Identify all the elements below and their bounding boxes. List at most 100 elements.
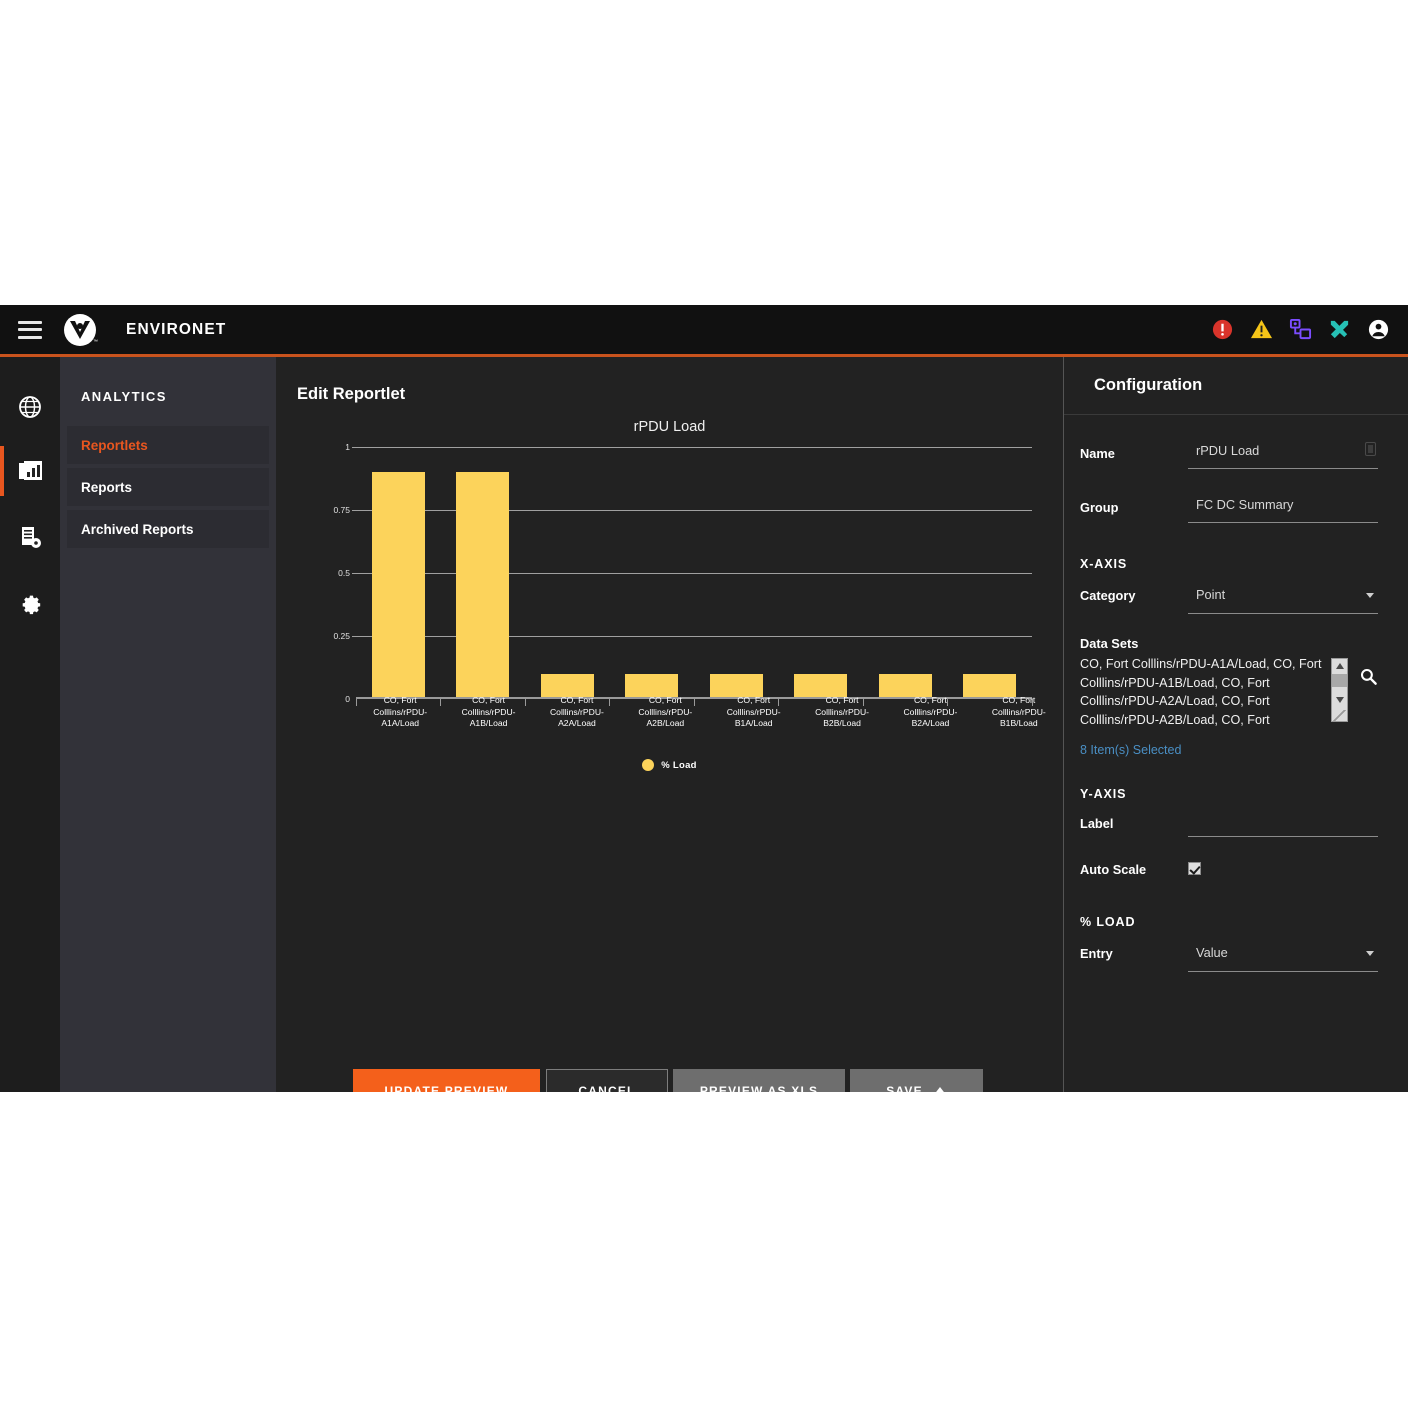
x-axis-label: CO, Fort Colllins/rPDU-A2A/Load [549, 695, 604, 728]
network-devices-icon[interactable] [1289, 318, 1312, 341]
y-label-row: Label [1080, 807, 1378, 837]
rail-item-server-settings[interactable] [0, 509, 60, 565]
rail-item-globe[interactable] [0, 379, 60, 435]
ytick-label-05: 0.5 [338, 568, 350, 578]
group-row: Group FC DC Summary [1080, 491, 1378, 523]
ytick-label-075: 0.75 [333, 505, 350, 515]
top-bar: ™ ENVIRONET [0, 305, 1408, 354]
top-bar-icon-group [1211, 318, 1390, 341]
sidebar-item-reportlets[interactable]: Reportlets [67, 426, 269, 464]
search-icon[interactable] [1359, 667, 1378, 686]
x-axis-label: CO, Fort Colllins/rPDU-A1B/Load [461, 695, 516, 728]
user-account-icon[interactable] [1367, 318, 1390, 341]
scroll-up-arrow-icon[interactable] [1335, 663, 1344, 669]
chart-plot-area: 1 0.75 0.5 0.25 0 [320, 442, 1032, 706]
configuration-body: Name rPDU Load Group FC DC Summary X-AXI… [1064, 437, 1408, 972]
brand-name: ENVIRONET [126, 320, 227, 338]
analytics-title: ANALYTICS [81, 389, 167, 404]
bar-slot [863, 447, 948, 699]
save-button[interactable]: SAVE [850, 1069, 983, 1092]
x-axis-label: CO, Fort Colllins/rPDU-B2B/Load [815, 695, 870, 728]
bar-slot [694, 447, 779, 699]
legend-color-swatch-icon [642, 759, 655, 771]
rail-item-settings[interactable] [0, 575, 60, 631]
x-axis-label: CO, Fort Colllins/rPDU-B2A/Load [903, 695, 958, 728]
scroll-down-arrow-icon[interactable] [1335, 697, 1344, 703]
analytics-sidebar: ANALYTICS Reportlets Reports Archived Re… [60, 357, 276, 1092]
bar-1[interactable] [456, 472, 510, 699]
auto-scale-label: Auto Scale [1080, 862, 1147, 877]
bar-slot [779, 447, 864, 699]
main-content: Edit Reportlet rPDU Load 1 0.75 0.5 0.25… [276, 357, 1063, 1092]
entry-select[interactable]: Value [1188, 937, 1378, 972]
action-button-row: UPDATE PREVIEW CANCEL PREVIEW AS XLS SAV… [353, 1069, 983, 1092]
caret-up-icon [932, 1086, 947, 1092]
bar-slot [356, 447, 441, 699]
sidebar-item-reports[interactable]: Reports [67, 468, 269, 506]
environet-logo-icon: ™ [64, 313, 98, 346]
y-axis-section-header: Y-AXIS [1080, 787, 1127, 801]
ytick-label-0: 0 [345, 694, 350, 704]
cancel-button[interactable]: CANCEL [546, 1069, 668, 1092]
entry-row: Entry Value [1080, 937, 1378, 972]
server-settings-icon [22, 527, 41, 548]
analytics-report-icon [18, 461, 42, 480]
data-sets-value[interactable]: CO, Fort Colllins/rPDU-A1A/Load, CO, For… [1080, 655, 1327, 729]
sidebar-item-label: Archived Reports [81, 521, 194, 537]
icon-rail [0, 357, 60, 1092]
tools-icon[interactable] [1328, 318, 1351, 341]
group-input[interactable]: FC DC Summary [1188, 491, 1378, 523]
resize-grip-icon[interactable] [1332, 710, 1347, 721]
alert-warning-icon[interactable] [1250, 318, 1273, 341]
group-label: Group [1080, 500, 1119, 515]
hamburger-icon[interactable] [18, 320, 42, 339]
rail-item-analytics[interactable] [0, 443, 60, 499]
category-label: Category [1080, 588, 1136, 603]
data-sets-label: Data Sets [1080, 636, 1139, 651]
chevron-down-icon [1366, 951, 1374, 956]
bar-slot [948, 447, 1033, 699]
category-select-value: Point [1196, 587, 1226, 602]
alert-critical-icon[interactable] [1211, 318, 1234, 341]
name-row: Name rPDU Load [1080, 437, 1378, 469]
update-preview-button[interactable]: UPDATE PREVIEW [353, 1069, 540, 1092]
x-axis-labels: CO, Fort Colllins/rPDU-A1A/Load CO, Fort… [356, 695, 1063, 730]
chart-container: rPDU Load 1 0.75 0.5 0.25 0 CO, Fort Col… [276, 419, 1063, 819]
configuration-title: Configuration [1064, 357, 1408, 415]
auto-scale-row: Auto Scale [1080, 853, 1378, 877]
bar-0[interactable] [371, 472, 425, 699]
name-label: Name [1080, 446, 1115, 461]
chart-legend: % Load [276, 759, 1063, 771]
x-axis-label: CO, Fort Colllins/rPDU-B1B/Load [991, 695, 1046, 728]
name-input[interactable]: rPDU Load [1188, 437, 1378, 469]
sidebar-item-label: Reportlets [81, 437, 148, 453]
auto-scale-checkbox[interactable] [1188, 862, 1201, 875]
bar-slot [610, 447, 695, 699]
environet-app-window: ™ ENVIRONET ANALYTICS Reportlets Reports… [0, 305, 1408, 1092]
load-section-header: % LOAD [1080, 915, 1136, 929]
bar-slot [441, 447, 526, 699]
preview-as-xls-button[interactable]: PREVIEW AS XLS [673, 1069, 845, 1092]
chart-bars [356, 447, 1032, 699]
chevron-down-icon [1366, 593, 1374, 598]
data-sets-scrollbar[interactable] [1331, 658, 1348, 722]
x-axis-label: CO, Fort Colllins/rPDU-B1A/Load [726, 695, 781, 728]
category-select[interactable]: Point [1188, 579, 1378, 614]
scrollbar-thumb[interactable] [1332, 674, 1347, 687]
trademark-symbol: ™ [93, 338, 98, 345]
sidebar-nav-list: Reportlets Reports Archived Reports [60, 426, 276, 548]
ytick-label-1: 1 [345, 442, 350, 452]
page-title: Edit Reportlet [297, 385, 406, 403]
x-axis-label: CO, Fort Colllins/rPDU-A1A/Load [373, 695, 428, 728]
copy-icon[interactable] [1365, 442, 1376, 456]
items-selected-link[interactable]: 8 Item(s) Selected [1080, 743, 1378, 757]
y-label-input[interactable] [1188, 807, 1378, 837]
chart-title: rPDU Load [633, 419, 706, 435]
bar-slot [525, 447, 610, 699]
save-button-label: SAVE [886, 1084, 923, 1092]
sidebar-item-archived-reports[interactable]: Archived Reports [67, 510, 269, 548]
x-axis-label: CO, Fort Colllins/rPDU-A2B/Load [638, 695, 693, 728]
ytick-label-025: 0.25 [333, 631, 350, 641]
sidebar-item-label: Reports [81, 479, 133, 495]
category-row: Category Point [1080, 579, 1378, 614]
